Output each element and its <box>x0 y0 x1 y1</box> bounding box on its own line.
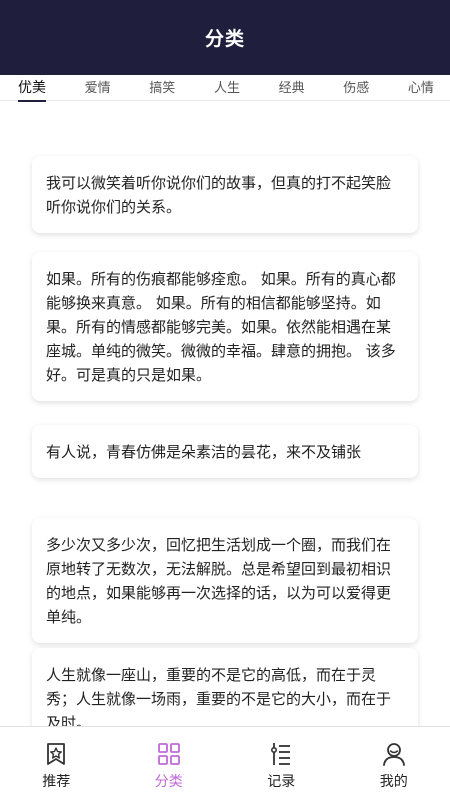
quote-card[interactable]: 如果。所有的伤痕都能够痊愈。 如果。所有的真心都能够换来真意。 如果。所有的相信… <box>32 252 418 401</box>
nav-category[interactable]: 分类 <box>113 727 226 801</box>
tab-gaoxiao[interactable]: 搞笑 <box>149 75 175 100</box>
nav-label: 分类 <box>155 771 183 791</box>
nav-mine[interactable]: 我的 <box>338 727 450 801</box>
quote-text: 我可以微笑着听你说你们的故事，但真的打不起笑脸听你说你们的关系。 <box>46 171 404 219</box>
nav-label: 我的 <box>380 771 408 791</box>
quote-card[interactable]: 人生就像一座山，重要的不是它的高低，而在于灵秀；人生就像一场雨，重要的不是它的大… <box>32 648 418 726</box>
quote-card[interactable]: 多少次又多少次，回忆把生活划成一个圈，而我们在原地转了无数次，无法解脱。总是希望… <box>32 518 418 643</box>
nav-label: 推荐 <box>42 771 70 791</box>
tab-rensheng[interactable]: 人生 <box>214 75 240 100</box>
quote-card[interactable]: 有人说，青春仿佛是朵素洁的昙花，来不及铺张 <box>32 425 418 478</box>
user-icon <box>381 741 407 767</box>
tab-aiqing[interactable]: 爱情 <box>85 75 111 100</box>
quote-text: 有人说，青春仿佛是朵素洁的昙花，来不及铺张 <box>46 440 404 464</box>
nav-label: 记录 <box>267 771 295 791</box>
nav-record[interactable]: 记录 <box>225 727 338 801</box>
tab-xinqing[interactable]: 心情 <box>408 75 434 100</box>
tab-shanggan[interactable]: 伤感 <box>343 75 369 100</box>
quote-card[interactable]: 我可以微笑着听你说你们的故事，但真的打不起笑脸听你说你们的关系。 <box>32 156 418 233</box>
bottom-nav: 推荐 分类 记录 我的 <box>0 726 450 801</box>
nav-recommend[interactable]: 推荐 <box>0 727 113 801</box>
star-tag-icon <box>43 741 69 767</box>
page-title: 分类 <box>205 24 245 51</box>
quote-list[interactable]: 我可以微笑着听你说你们的故事，但真的打不起笑脸听你说你们的关系。 如果。所有的伤… <box>0 102 450 726</box>
category-tabs: 优美 爱情 搞笑 人生 经典 伤感 心情 <box>0 75 450 101</box>
tab-jingdian[interactable]: 经典 <box>279 75 305 100</box>
grid-icon <box>156 741 182 767</box>
quote-text: 多少次又多少次，回忆把生活划成一个圈，而我们在原地转了无数次，无法解脱。总是希望… <box>46 533 404 629</box>
tab-youmei[interactable]: 优美 <box>18 75 46 101</box>
list-icon <box>268 741 294 767</box>
quote-text: 人生就像一座山，重要的不是它的高低，而在于灵秀；人生就像一场雨，重要的不是它的大… <box>46 663 404 726</box>
app-header: 分类 <box>0 0 450 75</box>
quote-text: 如果。所有的伤痕都能够痊愈。 如果。所有的真心都能够换来真意。 如果。所有的相信… <box>46 267 404 387</box>
